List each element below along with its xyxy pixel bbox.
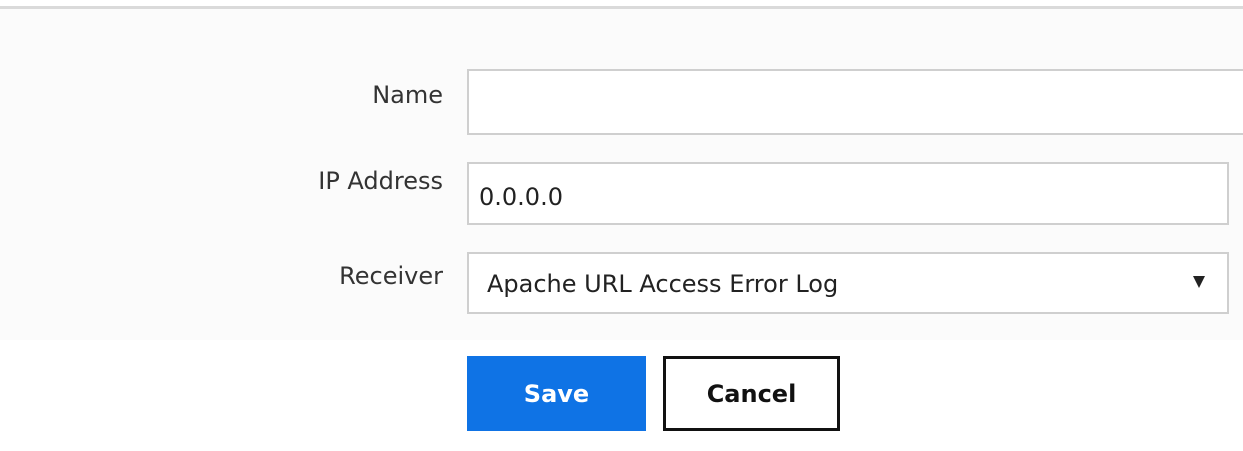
receiver-selected-value: Apache URL Access Error Log (487, 270, 839, 298)
name-label: Name (372, 81, 443, 109)
cancel-button[interactable]: Cancel (663, 356, 840, 431)
save-button[interactable]: Save (467, 356, 646, 431)
receiver-select[interactable]: Apache URL Access Error Log (467, 252, 1229, 314)
ip-address-label: IP Address (318, 167, 443, 195)
receiver-label: Receiver (339, 262, 443, 290)
form-container: Name IP Address Receiver Apache URL Acce… (0, 9, 1243, 340)
name-input[interactable] (467, 69, 1243, 135)
chevron-down-icon (1193, 276, 1205, 288)
ip-address-input[interactable] (467, 162, 1229, 225)
